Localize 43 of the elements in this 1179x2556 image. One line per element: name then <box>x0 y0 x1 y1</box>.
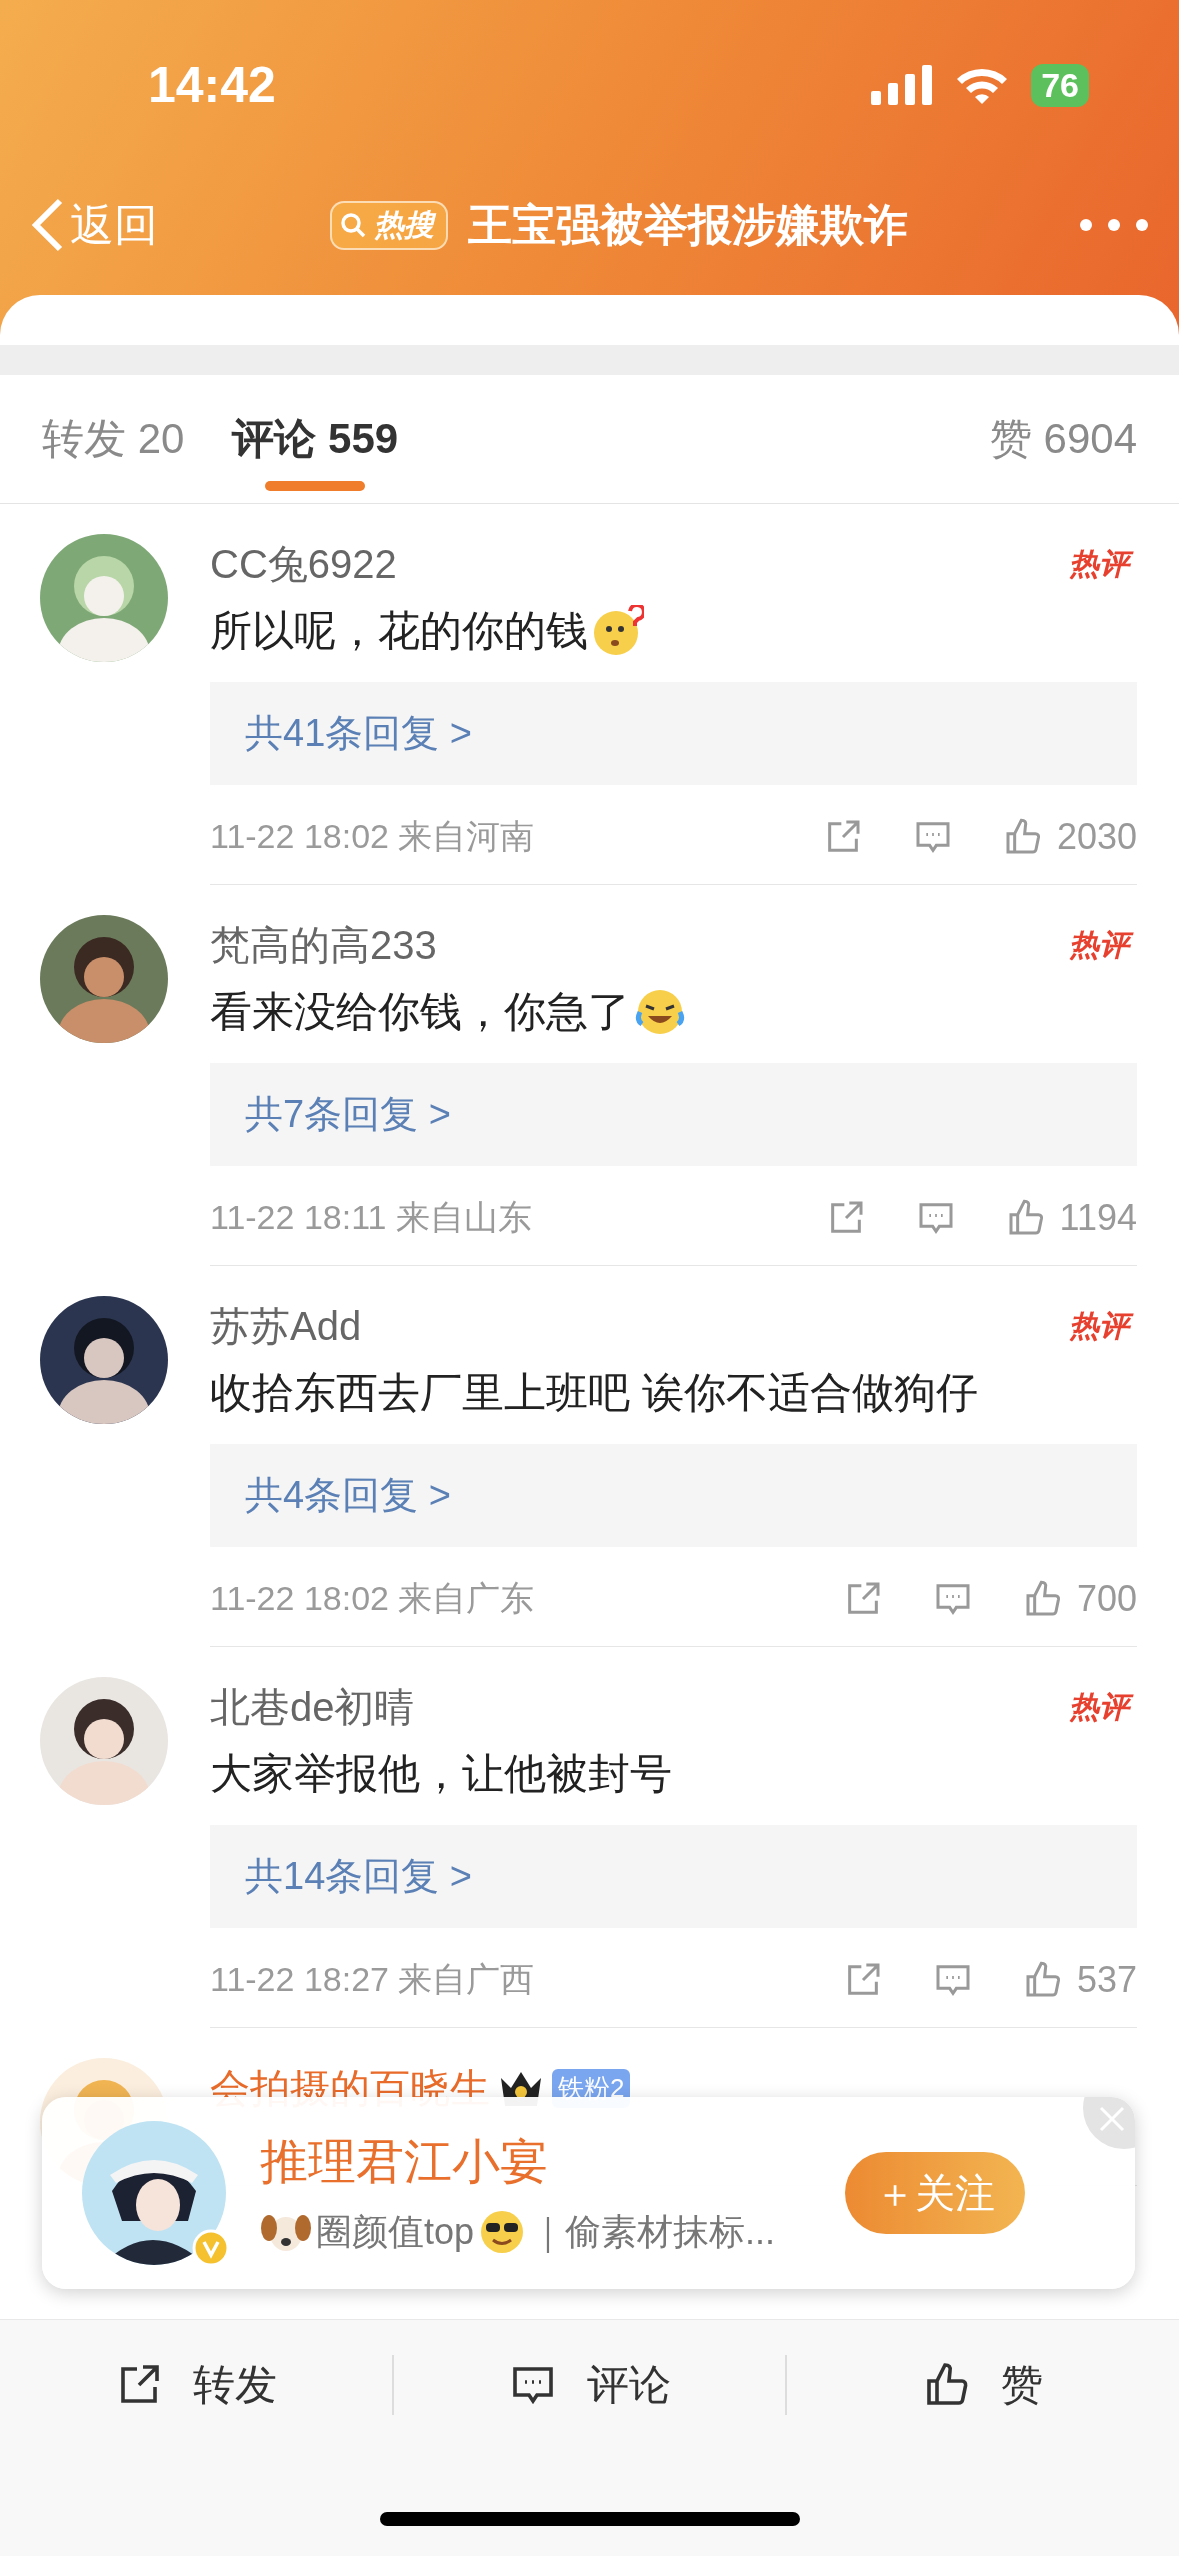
like-button[interactable]: 1194 <box>1005 1197 1137 1239</box>
bottom-action-button[interactable]: 评论 <box>391 2355 786 2415</box>
like-button[interactable]: 700 <box>1022 1578 1137 1620</box>
comment-meta: 11-22 18:02 来自河南 <box>210 816 535 857</box>
puzzled-face-icon <box>592 605 644 657</box>
tab[interactable]: 赞 6904 <box>989 375 1137 503</box>
page-title: 王宝强被举报涉嫌欺诈 <box>467 198 908 251</box>
tab[interactable]: 评论 559 <box>232 375 399 503</box>
tab[interactable]: 转发 20 <box>42 375 185 503</box>
status-time: 14:42 <box>148 56 276 114</box>
follow-button[interactable]: ＋关注 <box>845 2152 1025 2234</box>
comment-meta: 11-22 18:27 来自广西 <box>210 1959 535 2000</box>
replies-link[interactable]: 共7条回复 > <box>210 1063 1137 1166</box>
comment-meta: 11-22 18:11 来自山东 <box>210 1197 532 1238</box>
user-name[interactable]: 梵高的高233 <box>210 917 437 973</box>
replies-link[interactable]: 共41条回复 > <box>210 682 1137 785</box>
comment-text: 看来没给你钱，你急了 <box>210 987 630 1037</box>
hot-search-tag[interactable]: 热搜 <box>329 200 448 250</box>
recommended-user-name[interactable]: 推理君江小宴 <box>260 2129 811 2194</box>
hot-comment-tag: 热评 <box>1065 1683 1137 1731</box>
comment-text: 所以呢，花的你的钱 <box>210 606 588 656</box>
like-button[interactable]: 537 <box>1022 1959 1137 2001</box>
replies-link[interactable]: 共14条回复 > <box>210 1825 1137 1928</box>
bottom-action-button[interactable]: 赞 <box>785 2355 1179 2415</box>
comment-text: 收拾东西去厂里上班吧 诶你不适合做狗仔 <box>210 1368 978 1418</box>
hot-comment-tag: 热评 <box>1065 1302 1137 1350</box>
user-name[interactable]: 北巷de初晴 <box>210 1679 415 1735</box>
chevron-left-icon <box>30 197 64 253</box>
user-name[interactable]: CC兔6922 <box>210 536 397 592</box>
battery-level: 76 <box>1031 63 1089 107</box>
replies-link[interactable]: 共4条回复 > <box>210 1444 1137 1547</box>
comment-text: 大家举报他，让他被封号 <box>210 1749 672 1799</box>
bottom-action-button[interactable]: 转发 <box>0 2355 392 2415</box>
user-bio: ｜偷素材抹标... <box>530 2209 776 2255</box>
hot-comment-tag: 热评 <box>1065 540 1137 588</box>
more-icon[interactable] <box>1079 218 1149 232</box>
comment-meta: 11-22 18:02 来自广东 <box>210 1578 535 1619</box>
back-button[interactable]: 返回 <box>30 195 158 255</box>
like-button[interactable]: 2030 <box>1002 816 1137 858</box>
user-bio: 圈颜值top <box>316 2209 475 2254</box>
signal-icon <box>871 65 934 105</box>
user-name[interactable]: 苏苏Add <box>210 1298 362 1354</box>
hot-comment-tag: 热评 <box>1065 921 1137 969</box>
